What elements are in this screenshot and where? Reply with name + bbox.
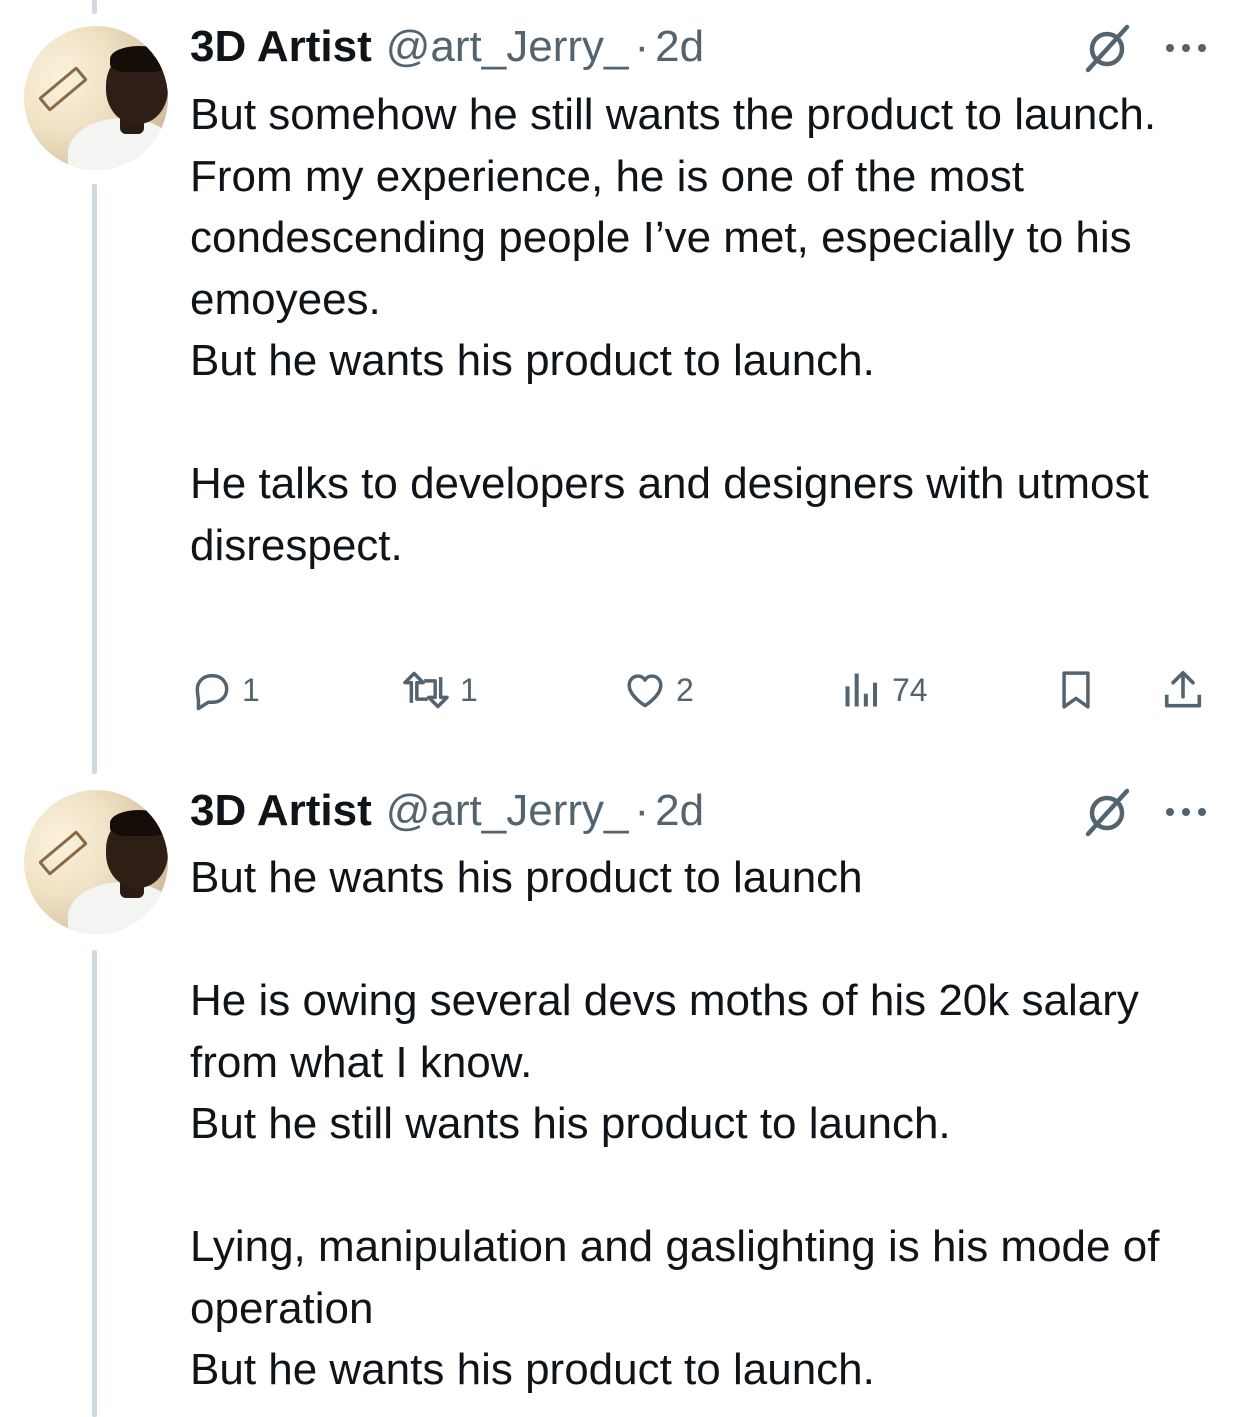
- header-separator: ·: [634, 786, 650, 835]
- avatar[interactable]: [24, 26, 168, 170]
- author-handle[interactable]: @art_Jerry_: [386, 20, 629, 74]
- like-button[interactable]: 2: [622, 665, 694, 715]
- header-separator: ·: [634, 22, 650, 71]
- views-button[interactable]: 74: [840, 665, 928, 715]
- more-icon[interactable]: [1162, 38, 1210, 58]
- author-name[interactable]: 3D Artist: [190, 20, 372, 74]
- share-button[interactable]: [1160, 665, 1206, 715]
- avatar[interactable]: [24, 790, 168, 934]
- tweet-text: But somehow he still wants the product t…: [190, 90, 1157, 570]
- bookmark-button[interactable]: [1054, 665, 1098, 715]
- timestamp[interactable]: 2d: [655, 784, 704, 838]
- tweet[interactable]: 3D Artist @art_Jerry_ · 2d But he wants …: [0, 760, 1239, 1417]
- like-icon: [627, 674, 663, 708]
- repost-button[interactable]: 1: [400, 665, 478, 715]
- timestamp[interactable]: 2d: [655, 20, 704, 74]
- views-icon: [845, 673, 878, 707]
- reply-count: 1: [242, 671, 260, 708]
- tweet-text: But he wants his product to launch He is…: [190, 853, 1160, 1394]
- repost-count: 1: [460, 671, 478, 708]
- view-count: 74: [892, 671, 928, 708]
- grok-icon[interactable]: [1080, 784, 1136, 840]
- author-name[interactable]: 3D Artist: [190, 784, 372, 838]
- like-count: 2: [676, 671, 694, 708]
- more-icon[interactable]: [1162, 802, 1210, 822]
- tweet[interactable]: 3D Artist @art_Jerry_ · 2d But somehow h…: [0, 0, 1239, 760]
- tweet-header: 3D Artist @art_Jerry_ · 2d: [190, 784, 704, 838]
- grok-icon[interactable]: [1080, 20, 1136, 76]
- share-icon: [1164, 670, 1202, 708]
- author-handle[interactable]: @art_Jerry_: [386, 784, 629, 838]
- bookmark-icon: [1062, 671, 1090, 709]
- action-bar: 1 1 2 74: [0, 665, 1239, 715]
- repost-icon: [403, 671, 449, 709]
- tweet-header: 3D Artist @art_Jerry_ · 2d: [190, 20, 704, 74]
- reply-icon: [195, 673, 229, 711]
- reply-button[interactable]: 1: [190, 665, 260, 715]
